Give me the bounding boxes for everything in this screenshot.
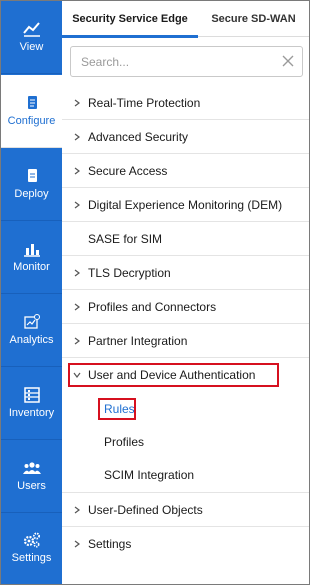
tab-security-service-edge[interactable]: Security Service Edge: [62, 1, 198, 38]
nav-item-inventory[interactable]: Inventory: [1, 367, 62, 440]
chevron-right-icon: [74, 99, 80, 107]
tab-label: Security Service Edge: [72, 13, 188, 25]
nav-label: Analytics: [9, 333, 54, 346]
nav-label: Configure: [7, 114, 56, 127]
chevron-right-icon: [74, 133, 80, 141]
menu-item-partner-integration[interactable]: Partner Integration: [62, 324, 309, 358]
highlight-box-rules: [98, 398, 136, 420]
menu-label: Advanced Security: [88, 129, 189, 144]
chevron-right-icon: [74, 540, 80, 548]
inventory-icon: [23, 386, 40, 403]
users-icon: [22, 461, 41, 474]
nav-label: Monitor: [13, 260, 50, 273]
document-icon: [27, 95, 37, 109]
menu-item-profiles-and-connectors[interactable]: Profiles and Connectors: [62, 290, 309, 324]
menu-item-dem[interactable]: Digital Experience Monitoring (DEM): [62, 188, 309, 222]
menu-label: Partner Integration: [88, 333, 188, 348]
submenu-label: SCIM Integration: [104, 468, 195, 482]
bar-chart-icon: [23, 243, 40, 257]
menu-item-sase-for-sim[interactable]: SASE for SIM: [62, 222, 309, 256]
nav-label: Inventory: [8, 406, 55, 419]
menu-item-advanced-security[interactable]: Advanced Security: [62, 120, 309, 154]
analytics-icon: [23, 313, 40, 329]
active-tab-indicator: [62, 35, 198, 38]
nav-label: Deploy: [14, 187, 49, 200]
menu-label: Secure Access: [88, 163, 168, 178]
nav-item-users[interactable]: Users: [1, 440, 62, 513]
menu-label: TLS Decryption: [88, 265, 171, 280]
nav-item-monitor[interactable]: Monitor: [1, 221, 62, 294]
close-icon[interactable]: [282, 55, 294, 67]
menu-item-secure-access[interactable]: Secure Access: [62, 154, 309, 188]
menu-item-real-time-protection[interactable]: Real-Time Protection: [62, 86, 309, 120]
gears-icon: [23, 532, 40, 548]
tab-secure-sd-wan[interactable]: Secure SD-WAN: [198, 1, 309, 37]
nav-label: Settings: [11, 552, 52, 564]
chevron-right-icon: [74, 269, 80, 277]
nav-item-view[interactable]: View: [1, 1, 62, 74]
submenu-label: Profiles: [104, 435, 145, 449]
chevron-right-icon: [74, 303, 80, 311]
chart-icon: [22, 21, 40, 37]
nav-item-deploy[interactable]: Deploy: [1, 148, 62, 221]
menu-item-user-defined-objects[interactable]: User-Defined Objects: [62, 493, 309, 527]
menu-label: Settings: [88, 537, 132, 551]
tab-label: Secure SD-WAN: [211, 13, 296, 25]
chevron-right-icon: [74, 201, 80, 209]
nav-item-analytics[interactable]: Analytics: [1, 294, 62, 367]
file-icon: [27, 168, 37, 182]
menu-label: SASE for SIM: [88, 231, 163, 246]
chevron-right-icon: [74, 167, 80, 175]
submenu-item-profiles[interactable]: Profiles: [62, 425, 309, 459]
submenu-item-scim-integration[interactable]: SCIM Integration: [62, 458, 309, 492]
nav-item-settings[interactable]: Settings: [1, 513, 62, 584]
search-input[interactable]: [81, 47, 271, 76]
nav-item-configure[interactable]: Configure: [1, 75, 62, 148]
tab-bar: Security Service Edge Secure SD-WAN: [62, 1, 309, 38]
left-nav-rail: View Configure Deploy Monitor Analytics …: [1, 1, 62, 584]
menu-item-settings[interactable]: Settings: [62, 527, 309, 561]
menu-label: Digital Experience Monitoring (DEM): [88, 197, 283, 212]
nav-label: View: [19, 40, 44, 53]
menu-label: User-Defined Objects: [88, 502, 203, 517]
menu-label: Real-Time Protection: [88, 95, 201, 110]
chevron-right-icon: [74, 337, 80, 345]
chevron-right-icon: [74, 506, 80, 514]
highlight-box-user-device-auth: [68, 363, 279, 387]
nav-label: Users: [17, 479, 46, 492]
search-box: [70, 46, 303, 77]
menu-label: Profiles and Connectors: [88, 299, 217, 314]
menu-item-tls-decryption[interactable]: TLS Decryption: [62, 256, 309, 290]
